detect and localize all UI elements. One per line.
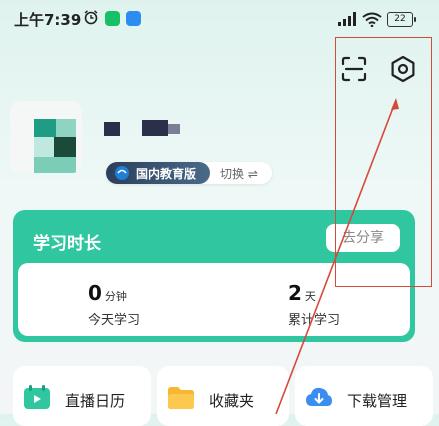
signal-icon	[338, 12, 356, 26]
study-stats: 0 分钟 今天学习 2天 累计学习	[18, 263, 410, 336]
live-calendar-label: 直播日历	[65, 392, 126, 410]
wechat-icon	[105, 11, 120, 26]
favorites-button[interactable]: 收藏夹	[157, 366, 289, 426]
nickname-redacted	[168, 124, 180, 134]
study-time-card: 学习时长 去分享 0 分钟 今天学习 2天 累计学习	[13, 210, 415, 342]
total-study-unit: 天	[304, 290, 316, 303]
study-title: 学习时长	[33, 234, 101, 254]
today-study-value: 0	[88, 281, 102, 305]
today-study-unit: 分钟	[104, 290, 127, 303]
folder-icon	[168, 387, 194, 409]
battery-indicator: 22	[387, 12, 416, 27]
edition-switch[interactable]: 切换 ⇌	[220, 165, 258, 182]
today-study-label: 今天学习	[88, 313, 141, 328]
scan-icon	[341, 56, 367, 82]
app-store-icon	[126, 11, 141, 26]
scan-button[interactable]	[337, 52, 371, 86]
status-bar: 上午7:39 22	[0, 0, 439, 40]
settings-button[interactable]	[386, 52, 420, 86]
total-study-stat: 2天 累计学习	[288, 281, 340, 328]
nickname-redacted	[104, 122, 120, 136]
wifi-icon	[362, 12, 382, 27]
edition-badge[interactable]: 国内教育版 切换 ⇌	[106, 162, 272, 184]
alarm-icon	[84, 10, 98, 25]
share-button[interactable]: 去分享	[326, 224, 400, 252]
download-manager-button[interactable]: 下载管理	[295, 366, 433, 426]
today-study-stat: 0 分钟 今天学习	[88, 281, 140, 328]
nickname-redacted	[142, 120, 168, 136]
edition-logo-icon	[115, 166, 129, 180]
edition-label: 国内教育版	[136, 167, 197, 181]
calendar-play-icon	[24, 385, 50, 409]
settings-icon	[391, 55, 415, 83]
download-manager-label: 下载管理	[347, 392, 408, 410]
live-calendar-button[interactable]: 直播日历	[13, 366, 151, 426]
total-study-value: 2	[288, 281, 302, 305]
edition-pill: 国内教育版	[106, 162, 210, 184]
avatar[interactable]	[10, 101, 82, 173]
favorites-label: 收藏夹	[209, 392, 255, 410]
status-time: 上午7:39	[14, 11, 82, 29]
cloud-download-icon	[306, 387, 332, 406]
annotation-arrow	[275, 98, 399, 414]
total-study-label: 累计学习	[288, 313, 341, 328]
